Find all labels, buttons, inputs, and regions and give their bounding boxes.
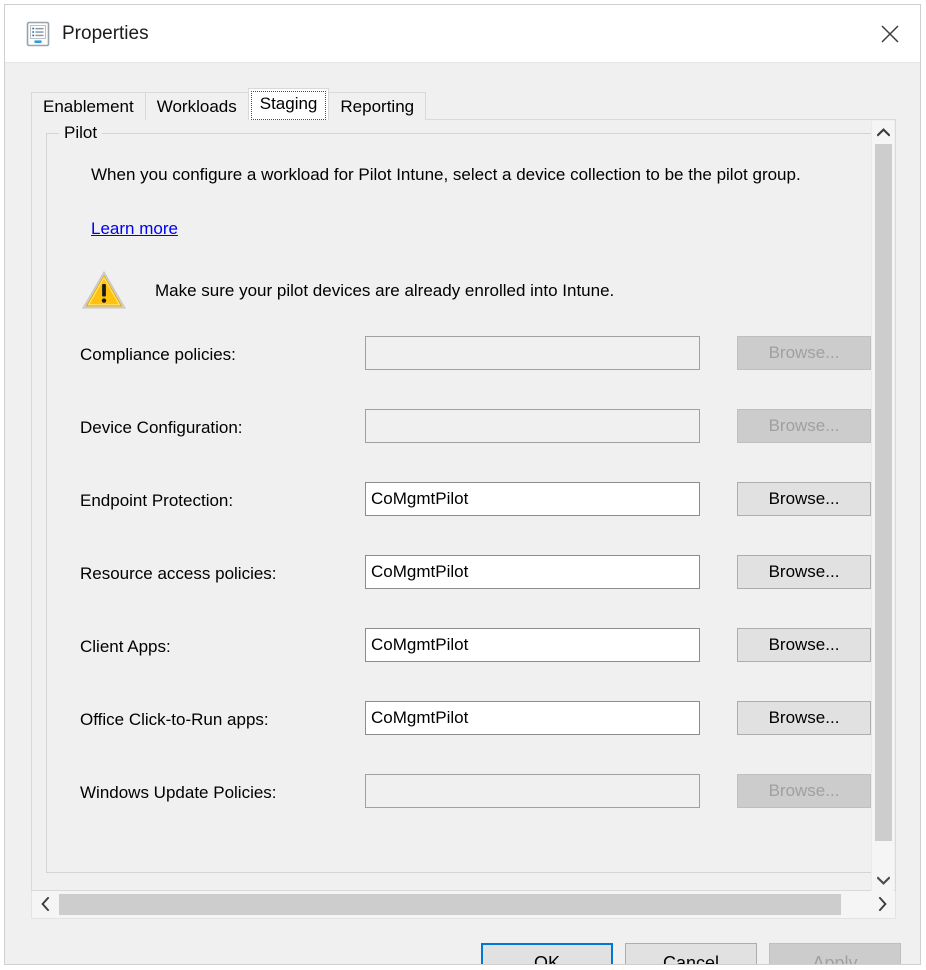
vertical-scrollbar[interactable] (871, 121, 894, 891)
client-apps-browse-button[interactable]: Browse... (737, 628, 871, 662)
row-endpoint-protection: Endpoint Protection: Browse... (47, 476, 872, 549)
tab-label: Staging (260, 94, 318, 113)
pilot-collection-rows: Compliance policies: Browse... Device Co… (47, 330, 872, 841)
horizontal-scrollbar-thumb[interactable] (59, 894, 841, 915)
horizontal-scrollbar[interactable] (31, 891, 896, 919)
row-label: Device Configuration: (80, 417, 243, 439)
row-resource-access-policies: Resource access policies: Browse... (47, 549, 872, 622)
window-title: Properties (62, 21, 149, 47)
properties-document-icon (25, 21, 51, 47)
tab-page-staging: Pilot When you configure a workload for … (31, 119, 896, 891)
dialog-body: Enablement Workloads Staging Reporting P… (5, 63, 920, 964)
windows-update-policies-browse-button[interactable]: Browse... (737, 774, 871, 808)
endpoint-protection-browse-button[interactable]: Browse... (737, 482, 871, 516)
row-compliance-policies: Compliance policies: Browse... (47, 330, 872, 403)
device-configuration-browse-button[interactable]: Browse... (737, 409, 871, 443)
pilot-description: When you configure a workload for Pilot … (91, 162, 841, 187)
row-label: Resource access policies: (80, 563, 277, 585)
chevron-left-icon[interactable] (32, 891, 58, 917)
cancel-button[interactable]: Cancel (625, 943, 757, 965)
row-office-click-to-run-apps: Office Click-to-Run apps: Browse... (47, 695, 872, 768)
title-bar: Properties (5, 5, 920, 63)
tab-label: Reporting (340, 97, 414, 116)
compliance-policies-browse-button[interactable]: Browse... (737, 336, 871, 370)
compliance-policies-input[interactable] (365, 336, 700, 370)
apply-button[interactable]: Apply (769, 943, 901, 965)
tab-strip: Enablement Workloads Staging Reporting (31, 88, 425, 120)
chevron-down-icon[interactable] (872, 869, 895, 891)
ok-button[interactable]: OK (481, 943, 613, 965)
tab-enablement[interactable]: Enablement (31, 92, 146, 120)
endpoint-protection-input[interactable] (365, 482, 700, 516)
windows-update-policies-input[interactable] (365, 774, 700, 808)
learn-more-link[interactable]: Learn more (91, 218, 178, 240)
resource-access-policies-input[interactable] (365, 555, 700, 589)
row-label: Office Click-to-Run apps: (80, 709, 269, 731)
tab-workloads[interactable]: Workloads (145, 92, 249, 120)
chevron-up-icon[interactable] (872, 121, 895, 143)
row-label: Compliance policies: (80, 344, 236, 366)
chevron-right-icon[interactable] (869, 891, 895, 917)
row-label: Windows Update Policies: (80, 782, 277, 804)
warning-text: Make sure your pilot devices are already… (155, 280, 614, 302)
scroll-viewport: Pilot When you configure a workload for … (33, 121, 872, 891)
dialog-footer: OK Cancel Apply (5, 935, 920, 965)
tab-reporting[interactable]: Reporting (328, 92, 426, 120)
row-label: Endpoint Protection: (80, 490, 233, 512)
properties-dialog: Properties Enablement Workloads Staging … (4, 4, 921, 965)
group-box-title: Pilot (59, 123, 102, 143)
vertical-scrollbar-thumb[interactable] (875, 144, 892, 841)
row-label: Client Apps: (80, 636, 171, 658)
device-configuration-input[interactable] (365, 409, 700, 443)
resource-access-policies-browse-button[interactable]: Browse... (737, 555, 871, 589)
row-device-configuration: Device Configuration: Browse... (47, 403, 872, 476)
row-windows-update-policies: Windows Update Policies: Browse... (47, 768, 872, 841)
office-click-to-run-apps-input[interactable] (365, 701, 700, 735)
close-icon[interactable] (860, 5, 920, 62)
tab-label: Enablement (43, 97, 134, 116)
office-click-to-run-apps-browse-button[interactable]: Browse... (737, 701, 871, 735)
client-apps-input[interactable] (365, 628, 700, 662)
tab-label: Workloads (157, 97, 237, 116)
row-client-apps: Client Apps: Browse... (47, 622, 872, 695)
warning-triangle-icon (80, 268, 128, 312)
tab-staging[interactable]: Staging (248, 88, 330, 120)
pilot-group-box: Pilot When you configure a workload for … (46, 133, 872, 873)
